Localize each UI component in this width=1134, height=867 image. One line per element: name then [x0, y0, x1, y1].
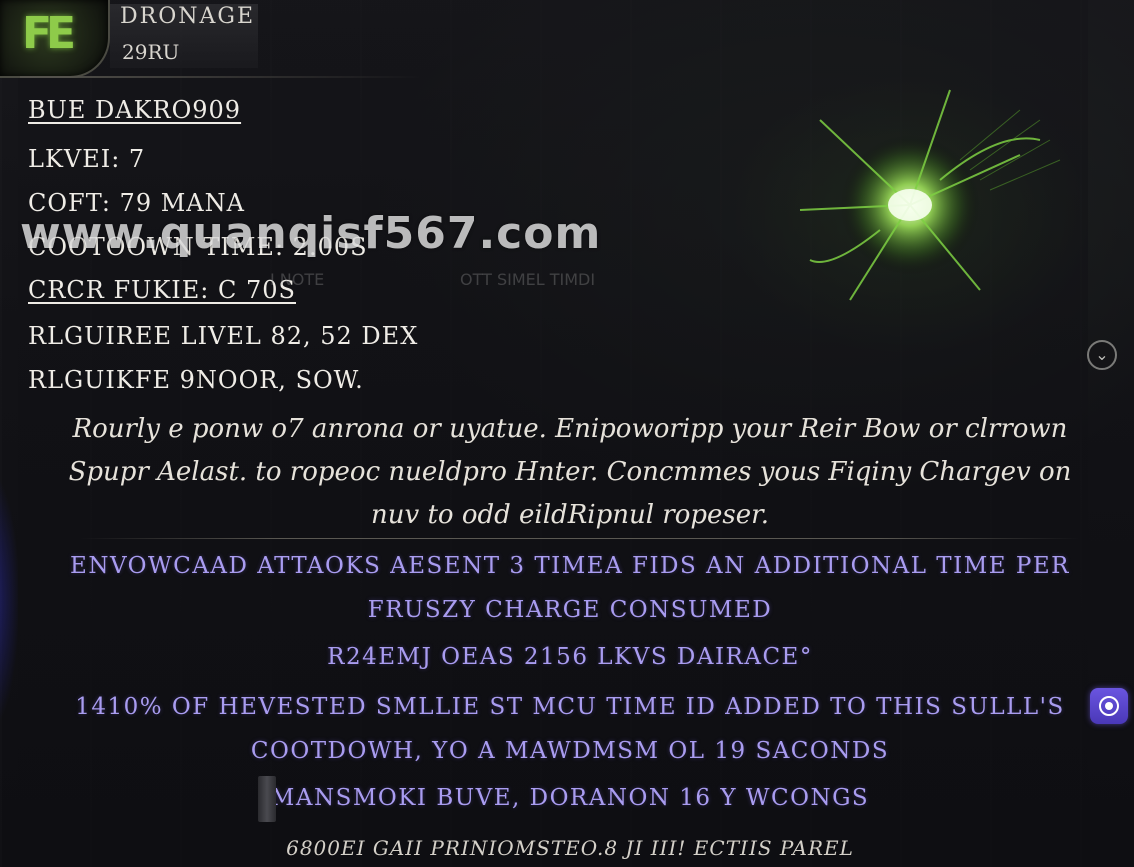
modifier-line: MANSMOKI BUVE, DORANON 16 Y WCONGS — [270, 785, 870, 811]
description-line: Spupr Aelast. to ropeoc nueldpro Hnter. … — [68, 457, 1072, 487]
skill-emblem-glyph: FE — [22, 8, 76, 59]
header-divider — [20, 76, 420, 78]
scroll-handle[interactable] — [258, 776, 276, 822]
description-line: nuv to odd eildRipnul ropeser. — [371, 500, 769, 530]
faint-overlay-text-1: I NOTE — [270, 270, 325, 289]
assist-lens-dot — [1105, 702, 1113, 710]
faint-overlay-text-2: OTT SIMEL TIMDI — [460, 270, 596, 289]
tooltip-footer: 6800EI GAII PRINIOMSTEO.8 JI III! ECTIIS… — [286, 836, 854, 860]
left-blue-glow — [0, 470, 20, 730]
modifier-line: FRUSZY CHARGE CONSUMED — [367, 597, 773, 623]
stat-cast-time: CRCR FUKIE: C 70S — [28, 276, 296, 304]
modifier-line: 1410% OF HEVESTED SMLLIE ST MCU TIME ID … — [75, 694, 1065, 720]
chevron-down-icon: ⌄ — [1095, 345, 1109, 364]
description-line: Rourly e ponw o7 anrona or uyatue. Enipo… — [72, 414, 1068, 444]
stat-level: LKVEI: 7 — [28, 145, 146, 173]
skill-description: Rourly e ponw o7 anrona or uyatue. Enipo… — [40, 408, 1100, 537]
skill-emblem-icon: FE — [0, 0, 110, 78]
assist-button[interactable] — [1090, 688, 1128, 724]
skill-subtitle: 29RU — [122, 40, 180, 64]
description-divider — [80, 538, 1080, 539]
creature-artwork — [799, 89, 1061, 301]
stat-base-damage: BUE DAKRO909 — [28, 96, 242, 124]
watermark: www.quanqisf567.com — [20, 208, 602, 259]
skill-name: DRONAGE — [120, 4, 256, 29]
expand-button[interactable]: ⌄ — [1087, 340, 1117, 370]
stat-requirement-level: RLGUIREE LIVEL 82, 52 DEX — [28, 322, 419, 350]
modifier-line: ENVOWCAAD ATTAOKS AESENT 3 TIMEA FIDS AN… — [70, 553, 1070, 579]
stat-requirement-weapon: RLGUIKFE 9NOOR, SOW. — [28, 366, 364, 394]
modifier-line: R24EMJ OEAS 2156 LKVS DAIRACE° — [327, 644, 813, 670]
modifier-line: COOTDOWH, YO A MAWDMSM OL 19 SACONDS — [250, 738, 890, 764]
